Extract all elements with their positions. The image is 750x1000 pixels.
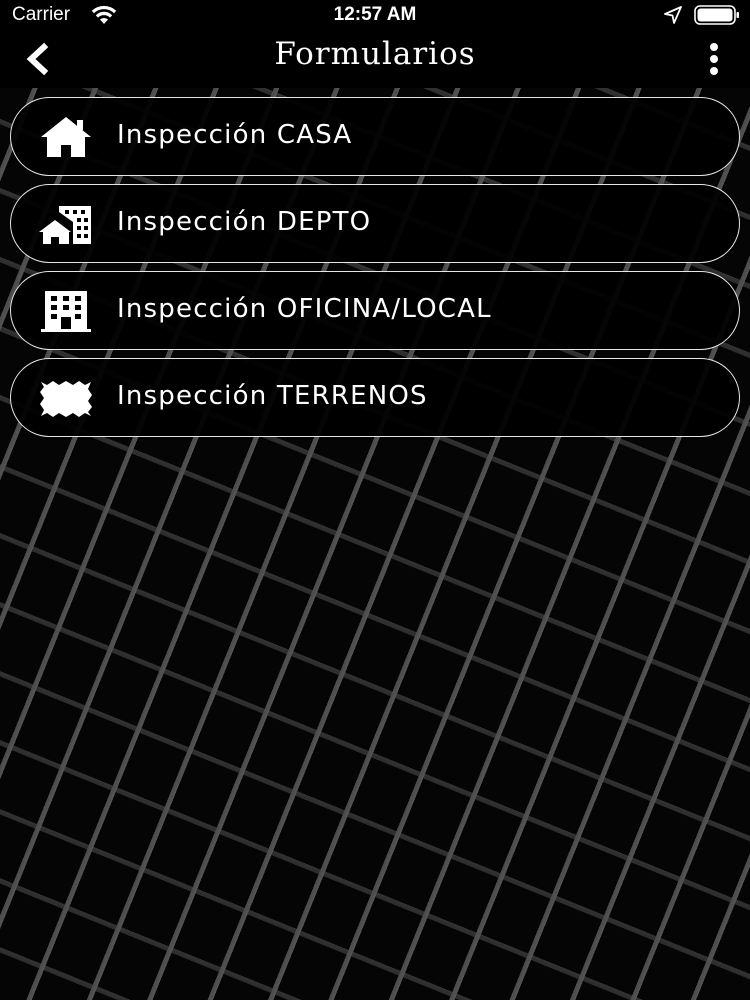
land-plot-icon: [40, 381, 92, 417]
menu-item-label: Inspección OFICINA/LOCAL: [117, 294, 492, 324]
office-building-icon: [41, 291, 91, 332]
menu-item-label: Inspección DEPTO: [117, 207, 372, 237]
menu-item-depto[interactable]: Inspección DEPTO: [10, 184, 740, 263]
status-time: 12:57 AM: [333, 4, 417, 25]
house-icon: [41, 117, 91, 157]
apartment-building-icon: [39, 206, 91, 244]
battery-icon: [694, 5, 739, 25]
menu-item-label: Inspección CASA: [117, 120, 353, 150]
menu-item-label: Inspección TERRENOS: [117, 381, 428, 411]
more-options-icon[interactable]: [700, 40, 728, 78]
menu-item-casa[interactable]: Inspección CASA: [10, 97, 740, 176]
location-arrow-icon: [664, 6, 682, 24]
menu-item-oficina-local[interactable]: Inspección OFICINA/LOCAL: [10, 271, 740, 350]
forms-menu: Inspección CASA Inspección DEPTO Inspecc…: [10, 97, 740, 445]
navigation-bar: Formularios: [0, 30, 750, 88]
status-bar: Carrier 12:57 AM: [0, 0, 750, 30]
menu-item-terrenos[interactable]: Inspección TERRENOS: [10, 358, 740, 437]
page-title: Formularios: [274, 36, 476, 72]
